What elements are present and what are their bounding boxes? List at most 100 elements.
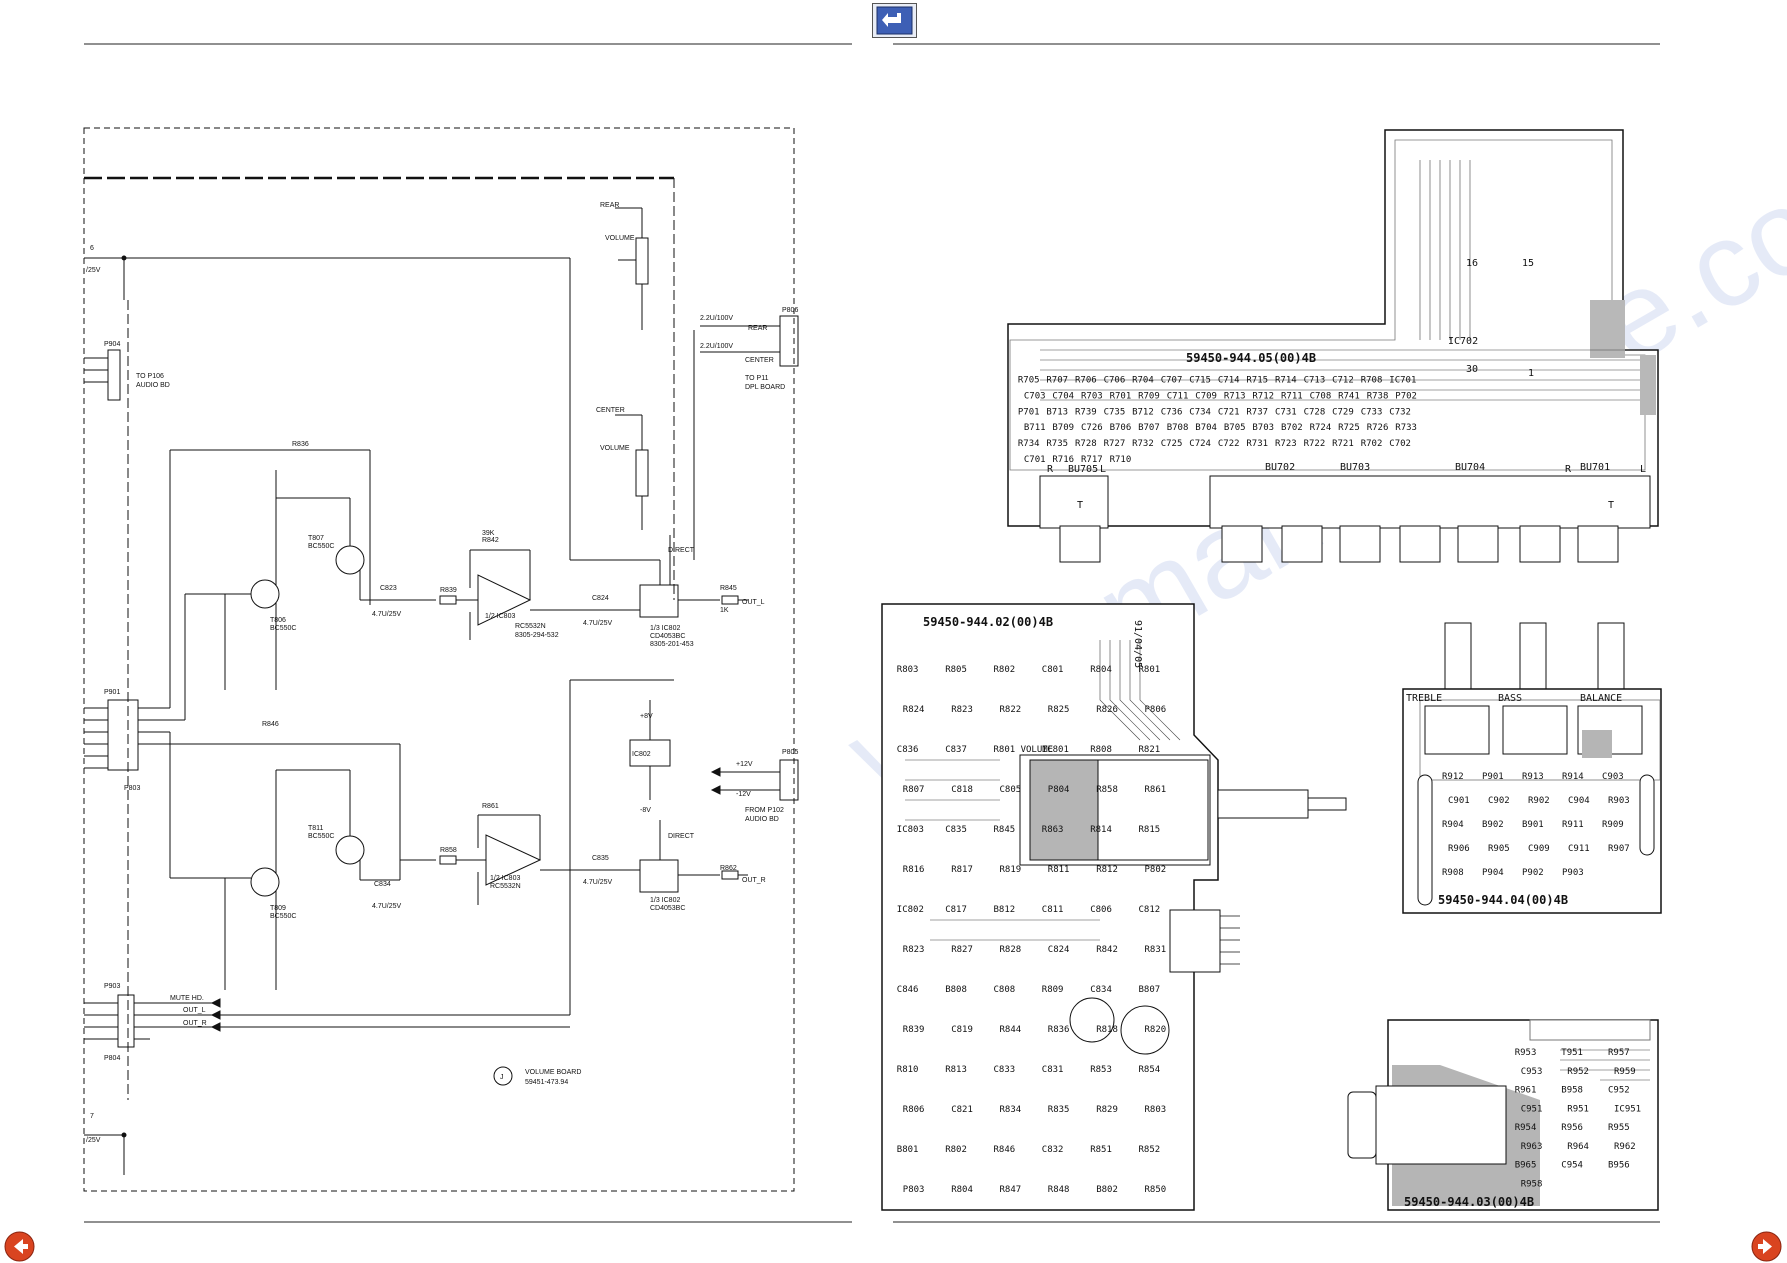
ic803a-type: RC5532N — [515, 623, 546, 630]
part-label: B707 — [1138, 423, 1160, 433]
board-02-code: 59450-944.02(00)4B — [923, 615, 1053, 629]
net-out-l-2: OUT_L — [183, 1007, 206, 1014]
previous-page-button[interactable] — [4, 1231, 35, 1262]
net-direct-1: DIRECT — [668, 547, 695, 554]
part-label: B812 — [994, 905, 1016, 915]
part-label: R848 — [1048, 1185, 1070, 1195]
part-label: R834 — [1000, 1105, 1022, 1115]
part-label: C726 — [1081, 423, 1103, 433]
part-label: R701 — [1110, 392, 1132, 402]
t806-label: T806 — [270, 617, 286, 624]
r836-label: R836 — [292, 441, 309, 448]
part-label: R727 — [1104, 439, 1126, 449]
part-label: R831 — [1145, 945, 1167, 955]
part-label: C711 — [1167, 392, 1189, 402]
r842-label: R842 — [482, 537, 499, 544]
board-04-code: 59450-944.04(00)4B — [1438, 893, 1568, 907]
mark-r-2: R — [1565, 464, 1572, 475]
part-label: R909 — [1602, 820, 1624, 830]
part-label: C824 — [1048, 945, 1070, 955]
part-label: B702 — [1281, 423, 1303, 433]
label-bass: BASS — [1498, 693, 1522, 704]
net-center-out: CENTER — [745, 357, 774, 364]
part-label: R955 — [1608, 1123, 1630, 1133]
part-label: C709 — [1195, 392, 1217, 402]
part-label: R815 — [1139, 825, 1161, 835]
part-label: C725 — [1161, 439, 1183, 449]
part-label: R739 — [1075, 407, 1097, 417]
part-label: C736 — [1161, 407, 1183, 417]
c834-value: 4.7U/25V — [372, 903, 402, 910]
ic802a-code: 8305-201-453 — [650, 641, 694, 648]
part-label: R902 — [1528, 796, 1550, 806]
part-label: R845 — [994, 825, 1016, 835]
part-label: R802 — [945, 1145, 967, 1155]
part-label: C831 — [1042, 1065, 1064, 1075]
mark-l-1: L — [1100, 464, 1106, 475]
mark-16: 16 — [1466, 258, 1478, 269]
part-label: B802 — [1096, 1185, 1118, 1195]
part-label: R741 — [1338, 392, 1360, 402]
part-label: C817 — [945, 905, 967, 915]
part-label: C713 — [1304, 376, 1326, 386]
part-label: R863 — [1042, 825, 1064, 835]
part-label: R709 — [1138, 392, 1160, 402]
part-label: C903 — [1602, 772, 1624, 782]
part-label: R733 — [1395, 423, 1417, 433]
part-label: C819 — [951, 1025, 973, 1035]
part-label: IC951 — [1614, 1104, 1641, 1114]
part-label: B706 — [1110, 423, 1132, 433]
part-label: C811 — [1042, 905, 1064, 915]
part-label: R954 — [1515, 1123, 1537, 1133]
ic803b-label: 1/2 IC803 — [490, 875, 520, 882]
ic702-label: IC702 — [1448, 336, 1478, 347]
part-label: IC802 — [897, 905, 924, 915]
part-label: R854 — [1139, 1065, 1161, 1075]
part-label: R850 — [1145, 1185, 1167, 1195]
part-label: P901 — [1482, 772, 1504, 782]
part-label: R953 — [1515, 1048, 1537, 1058]
part-label: C734 — [1189, 407, 1211, 417]
part-label: R828 — [1000, 945, 1022, 955]
part-label: R829 — [1096, 1105, 1118, 1115]
part-label: P802 — [1145, 865, 1167, 875]
part-label: P702 — [1395, 392, 1417, 402]
part-label: R908 — [1442, 868, 1464, 878]
part-label: P701 — [1018, 407, 1040, 417]
ic802b-type: CD4053BC — [650, 905, 685, 912]
mark-l-2: L — [1640, 464, 1646, 475]
part-label: R823 — [951, 705, 973, 715]
part-label: R806 — [903, 1105, 925, 1115]
to-p11-label: TO P11 — [745, 375, 769, 382]
part-label: R861 — [1145, 785, 1167, 795]
part-label: R820 — [1145, 1025, 1167, 1035]
part-label: R716 — [1052, 455, 1074, 465]
part-label: C712 — [1332, 376, 1354, 386]
connector-p901: P901 — [104, 689, 120, 696]
ic802b-label: 1/3 IC802 — [650, 897, 680, 904]
plus8-label: +8V — [640, 713, 653, 720]
part-label: C834 — [1090, 985, 1112, 995]
next-page-button[interactable] — [1751, 1231, 1782, 1262]
connector-p805: P805 — [782, 749, 798, 756]
part-label: R812 — [1096, 865, 1118, 875]
part-label: B808 — [945, 985, 967, 995]
part-label: R735 — [1046, 439, 1068, 449]
part-label: B711 — [1024, 423, 1046, 433]
part-label: C701 — [1024, 455, 1046, 465]
part-label: C808 — [994, 985, 1016, 995]
part-label: R836 — [1048, 1025, 1070, 1035]
part-label: P803 — [903, 1185, 925, 1195]
part-label: R826 — [1096, 705, 1118, 715]
part-label: R846 — [994, 1145, 1016, 1155]
part-label: C818 — [951, 785, 973, 795]
c834-label: C834 — [374, 881, 391, 888]
part-label: R835 — [1048, 1105, 1070, 1115]
part-label: R722 — [1304, 439, 1326, 449]
part-label: R808 — [1090, 745, 1112, 755]
part-label: R903 — [1608, 796, 1630, 806]
part-label: R702 — [1361, 439, 1383, 449]
part-label: C704 — [1052, 392, 1074, 402]
back-button[interactable] — [872, 3, 917, 38]
part-label: C731 — [1275, 407, 1297, 417]
